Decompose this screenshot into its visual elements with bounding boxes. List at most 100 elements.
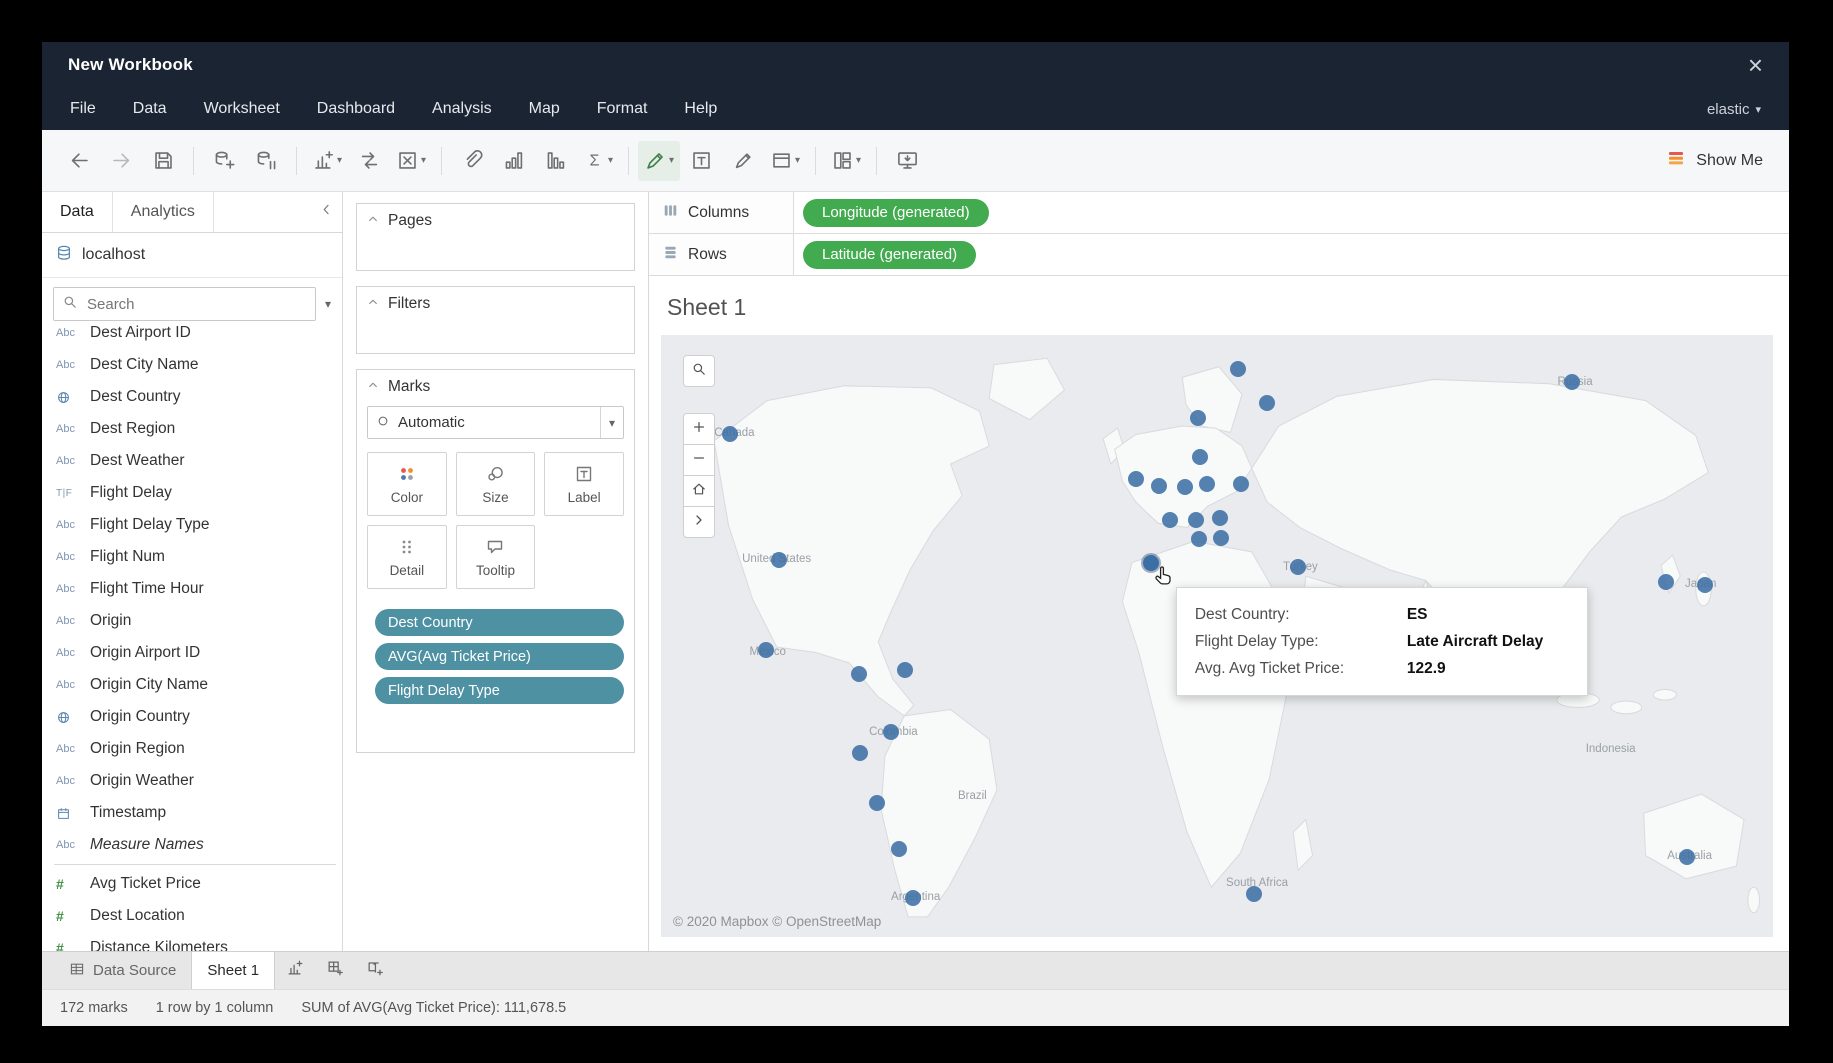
field-dest-city-name[interactable]: AbcDest City Name <box>42 349 342 381</box>
map-mark[interactable] <box>1213 530 1229 546</box>
sort-ascending-button[interactable] <box>493 141 535 181</box>
color-button[interactable]: Color <box>367 452 447 516</box>
pause-auto-updates-button[interactable] <box>245 141 287 181</box>
tab-data[interactable]: Data <box>42 192 112 232</box>
map-mark[interactable] <box>1199 476 1215 492</box>
menu-help[interactable]: Help <box>684 100 717 118</box>
map-mark[interactable] <box>897 662 913 678</box>
field-avg-ticket-price[interactable]: #Avg Ticket Price <box>42 868 342 900</box>
map-mark[interactable] <box>1212 510 1228 526</box>
map-mark[interactable] <box>1259 395 1275 411</box>
map-mark[interactable] <box>851 666 867 682</box>
map-tools-flyout-button[interactable] <box>683 506 715 538</box>
zoom-out-button[interactable] <box>683 444 715 476</box>
map-mark[interactable] <box>1233 476 1249 492</box>
tab-sheet-1[interactable]: Sheet 1 <box>191 952 275 989</box>
clear-sheet-button[interactable]: ▾ <box>390 141 432 181</box>
tab-data-source[interactable]: Data Source <box>54 952 191 989</box>
new-dashboard-button[interactable] <box>315 952 355 989</box>
field-flight-delay-type[interactable]: AbcFlight Delay Type <box>42 509 342 541</box>
map-mark[interactable] <box>1290 559 1306 575</box>
show-me-button[interactable]: Show Me <box>1656 142 1773 179</box>
collapse-pane-button[interactable] <box>319 192 342 232</box>
map-mark[interactable] <box>722 426 738 442</box>
marks-pill[interactable]: Dest Country <box>375 609 624 636</box>
map-mark[interactable] <box>852 745 868 761</box>
map-mark[interactable] <box>905 890 921 906</box>
new-worksheet-button[interactable] <box>275 952 315 989</box>
fit-button[interactable]: ▾ <box>764 141 806 181</box>
field-flight-time-hour[interactable]: AbcFlight Time Hour <box>42 573 342 605</box>
search-options-caret[interactable]: ▾ <box>322 297 334 311</box>
close-icon[interactable]: × <box>1748 52 1763 78</box>
columns-pill[interactable]: Longitude (generated) <box>803 199 989 227</box>
show-mark-labels-button[interactable] <box>680 141 722 181</box>
rows-pill[interactable]: Latitude (generated) <box>803 241 976 269</box>
field-dest-location[interactable]: #Dest Location <box>42 900 342 932</box>
rows-shelf-area[interactable]: Latitude (generated) <box>794 234 1789 275</box>
map-mark[interactable] <box>1564 374 1580 390</box>
field-distance-kilometers[interactable]: #Distance Kilometers <box>42 932 342 951</box>
map-attribution[interactable]: © 2020 Mapbox © OpenStreetMap <box>673 914 881 929</box>
map-mark[interactable] <box>891 841 907 857</box>
field-origin-airport-id[interactable]: AbcOrigin Airport ID <box>42 637 342 669</box>
search-input[interactable] <box>85 295 307 314</box>
presentation-mode-button[interactable] <box>886 141 928 181</box>
new-worksheet-button[interactable]: ▾ <box>306 141 348 181</box>
map-mark[interactable] <box>1177 479 1193 495</box>
format-button[interactable] <box>722 141 764 181</box>
field-dest-region[interactable]: AbcDest Region <box>42 413 342 445</box>
marks-pill[interactable]: Flight Delay Type <box>375 677 624 704</box>
connection-row[interactable]: localhost <box>42 233 342 278</box>
save-button[interactable] <box>142 141 184 181</box>
group-members-button[interactable] <box>451 141 493 181</box>
map-mark[interactable] <box>1658 574 1674 590</box>
map-mark[interactable] <box>1188 512 1204 528</box>
map-mark[interactable] <box>1192 449 1208 465</box>
columns-shelf-area[interactable]: Longitude (generated) <box>794 192 1789 233</box>
menu-worksheet[interactable]: Worksheet <box>204 100 280 118</box>
undo-button[interactable] <box>58 141 100 181</box>
map-mark[interactable] <box>771 552 787 568</box>
map-mark[interactable] <box>1128 471 1144 487</box>
tooltip-button[interactable]: Tooltip <box>456 525 536 589</box>
map-mark[interactable] <box>1162 512 1178 528</box>
map-mark[interactable] <box>1190 410 1206 426</box>
field-flight-delay[interactable]: T|FFlight Delay <box>42 477 342 509</box>
user-menu[interactable]: elastic ▾ <box>1707 101 1761 118</box>
map-mark[interactable] <box>1191 531 1207 547</box>
menu-analysis[interactable]: Analysis <box>432 100 492 118</box>
field-origin-weather[interactable]: AbcOrigin Weather <box>42 765 342 797</box>
highlight-button[interactable]: ▾ <box>638 141 680 181</box>
menu-data[interactable]: Data <box>133 100 167 118</box>
field-dest-airport-id[interactable]: AbcDest Airport ID <box>42 317 342 349</box>
map-mark[interactable] <box>883 724 899 740</box>
field-origin[interactable]: AbcOrigin <box>42 605 342 637</box>
field-origin-country[interactable]: Origin Country <box>42 701 342 733</box>
zoom-in-button[interactable] <box>683 413 715 445</box>
map-mark[interactable] <box>1246 886 1262 902</box>
filters-card[interactable]: Filters <box>356 286 635 354</box>
new-story-button[interactable] <box>355 952 395 989</box>
menu-dashboard[interactable]: Dashboard <box>317 100 395 118</box>
map-mark[interactable] <box>758 642 774 658</box>
field-origin-region[interactable]: AbcOrigin Region <box>42 733 342 765</box>
new-data-source-button[interactable] <box>203 141 245 181</box>
totals-button[interactable]: Σ▾ <box>577 141 619 181</box>
field-dest-country[interactable]: Dest Country <box>42 381 342 413</box>
pages-card[interactable]: Pages <box>356 203 635 271</box>
marks-pill[interactable]: AVG(Avg Ticket Price) <box>375 643 624 670</box>
field-origin-city-name[interactable]: AbcOrigin City Name <box>42 669 342 701</box>
field-timestamp[interactable]: Timestamp <box>42 797 342 829</box>
tab-analytics[interactable]: Analytics <box>112 192 214 232</box>
show-hide-cards-button[interactable]: ▾ <box>825 141 867 181</box>
zoom-home-button[interactable] <box>683 475 715 507</box>
map-search-button[interactable] <box>683 355 715 387</box>
swap-rows-columns-button[interactable] <box>348 141 390 181</box>
map-mark[interactable] <box>869 795 885 811</box>
size-button[interactable]: Size <box>456 452 536 516</box>
map-mark[interactable] <box>1151 478 1167 494</box>
detail-button[interactable]: Detail <box>367 525 447 589</box>
menu-format[interactable]: Format <box>597 100 648 118</box>
mark-type-dropdown[interactable]: Automatic ▾ <box>367 406 624 439</box>
